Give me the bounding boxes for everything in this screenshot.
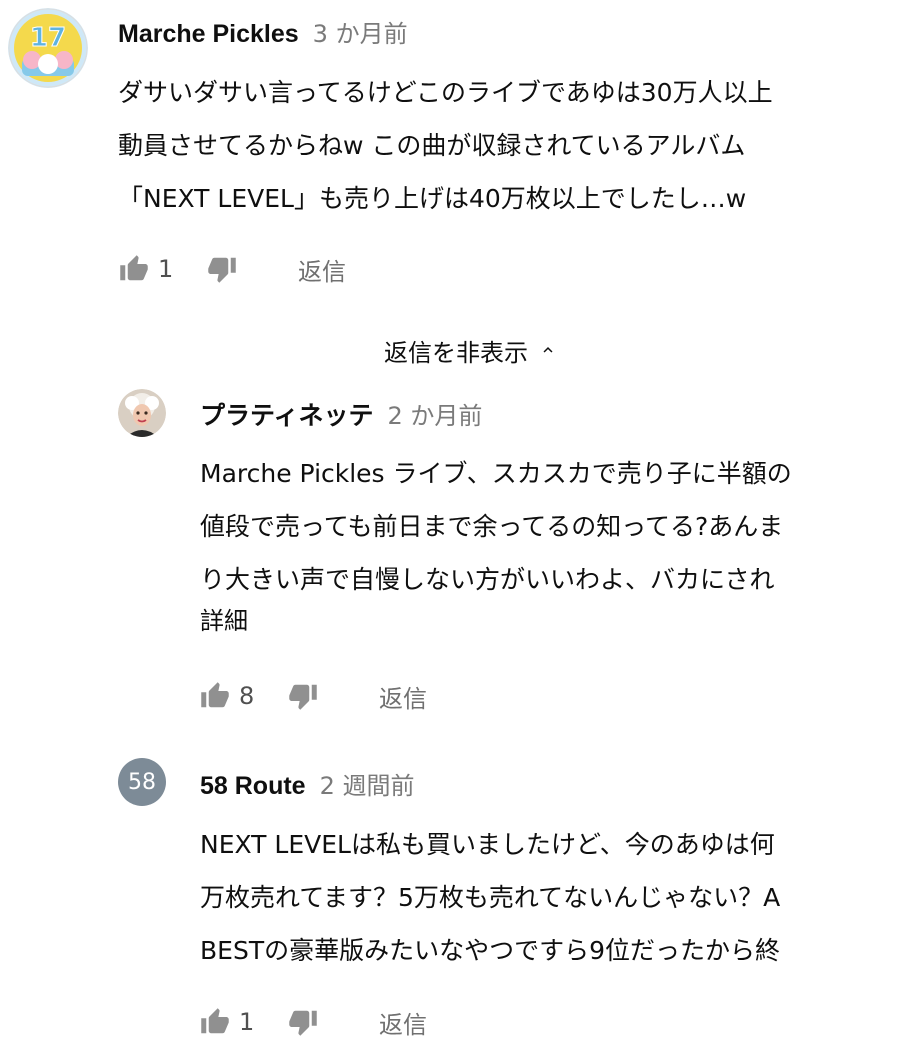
avatar-initials: 58: [128, 769, 156, 795]
comment-actions: 8 返信: [197, 678, 427, 714]
read-more-link[interactable]: 詳細: [200, 606, 792, 636]
dislike-button[interactable]: [285, 678, 321, 714]
like-count: 1: [158, 255, 174, 283]
thumbs-down-icon: [289, 684, 317, 710]
author-name[interactable]: プラティネッテ: [200, 396, 374, 432]
thumbs-up-icon: [120, 255, 148, 281]
comment-header: プラティネッテ 2 か月前: [200, 396, 482, 432]
reply-button[interactable]: 返信: [298, 252, 346, 287]
avatar-17-badge-icon: 17: [8, 8, 88, 88]
comment-text: ダサいダサい言ってるけどこのライブであゆは30万人以上 動員させてるからねw こ…: [118, 66, 773, 225]
comment-time[interactable]: 3 か月前: [313, 14, 408, 49]
thumbs-down-icon: [208, 257, 236, 283]
comment-text-line: Marche Pickles ライブ、スカスカで売り子に半額の: [200, 459, 792, 488]
author-name[interactable]: 58 Route: [200, 772, 306, 801]
comment-text-line: ダサいダサい言ってるけどこのライブであゆは30万人以上: [118, 78, 773, 107]
reply-button[interactable]: 返信: [379, 679, 427, 714]
chevron-up-icon: [538, 340, 558, 360]
like-button[interactable]: [197, 678, 233, 714]
dislike-button[interactable]: [285, 1004, 321, 1040]
reply-button[interactable]: 返信: [379, 1005, 427, 1040]
avatar[interactable]: [118, 389, 166, 437]
comment-actions: 1 返信: [197, 1004, 427, 1040]
comment-text-line: 動員させてるからねw この曲が収録されているアルバム: [118, 131, 746, 160]
like-button[interactable]: [197, 1004, 233, 1040]
thumbs-down-icon: [289, 1010, 317, 1036]
thumbs-up-icon: [201, 682, 229, 708]
dislike-button[interactable]: [204, 251, 240, 287]
comment-text-line: 万枚売れてます？5万枚も売れてないんじゃない？A: [200, 883, 781, 912]
comment-time[interactable]: 2 か月前: [388, 396, 483, 431]
avatar[interactable]: 17: [8, 8, 88, 88]
hide-replies-label: 返信を非表示: [384, 338, 528, 367]
comment-actions: 1 返信: [116, 251, 346, 287]
comment-text-line: 値段で売っても前日まで余ってるの知ってる?あんま: [200, 512, 784, 541]
author-name[interactable]: Marche Pickles: [118, 20, 299, 49]
comment-text-line: 「NEXT LEVEL」も売り上げは40万枚以上でしたし…w: [118, 184, 747, 213]
like-count: 1: [239, 1008, 255, 1036]
comment-text-line: BESTの豪華版みたいなやつですら9位だったから終: [200, 936, 780, 965]
thumbs-up-icon: [201, 1008, 229, 1034]
avatar-photo-icon: [118, 389, 166, 437]
hide-replies-button[interactable]: 返信を非表示: [384, 330, 558, 370]
svg-text:17: 17: [30, 23, 66, 53]
avatar[interactable]: 58: [118, 758, 166, 806]
comment-header: 58 Route 2 週間前: [200, 766, 415, 801]
comment-header: Marche Pickles 3 か月前: [118, 14, 408, 49]
comment-text: Marche Pickles ライブ、スカスカで売り子に半額の 値段で売っても前…: [200, 447, 792, 636]
comment-text-line: NEXT LEVELは私も買いましたけど、今のあゆは何: [200, 830, 775, 859]
comment-text: NEXT LEVELは私も買いましたけど、今のあゆは何 万枚売れてます？5万枚も…: [200, 818, 780, 977]
like-count: 8: [239, 682, 255, 710]
comment-text-line: り大きい声で自慢しない方がいいわよ、バカにされ: [200, 565, 775, 594]
comment-time[interactable]: 2 週間前: [320, 766, 415, 801]
like-button[interactable]: [116, 251, 152, 287]
